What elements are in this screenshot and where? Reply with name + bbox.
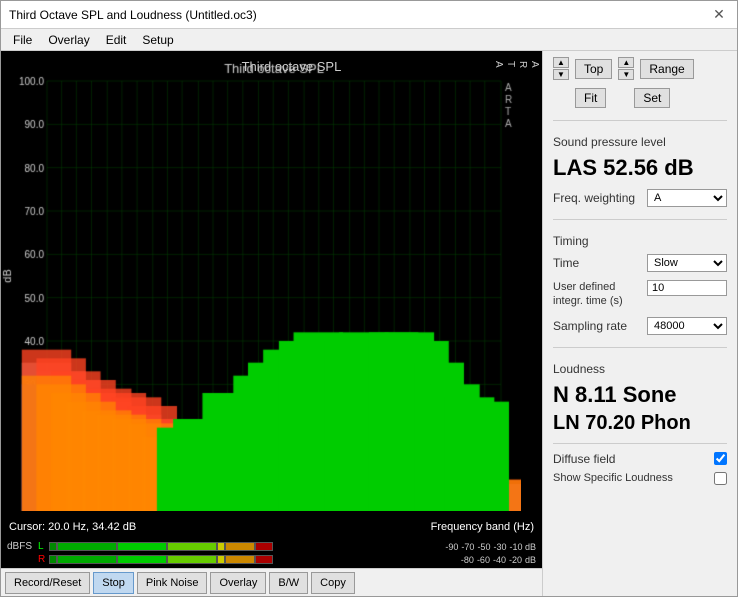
R-meter <box>49 555 454 564</box>
stop-button[interactable]: Stop <box>93 572 134 594</box>
tick-70-L: -70 <box>461 542 474 552</box>
top-up-button[interactable]: ▲ <box>553 57 569 68</box>
dbfs-label: dBFS <box>7 541 35 552</box>
window-title: Third Octave SPL and Loudness (Untitled.… <box>9 8 257 22</box>
show-specific-checkbox[interactable] <box>714 472 727 485</box>
diffuse-field-label: Diffuse field <box>553 452 615 466</box>
sampling-rate-row: Sampling rate 48000 44100 96000 <box>553 317 727 335</box>
sampling-rate-select[interactable]: 48000 44100 96000 <box>647 317 727 335</box>
chart-area: Third octave SPL ARTA Cursor: 20.0 Hz, 3… <box>1 51 542 596</box>
timing-section-label: Timing <box>553 234 727 248</box>
nav-controls: ▲ ▼ Top ▲ ▼ Range <box>553 57 727 80</box>
freq-band-label: Frequency band (Hz) <box>423 516 542 538</box>
pink-noise-button[interactable]: Pink Noise <box>137 572 208 594</box>
chart-title: Third octave SPL <box>242 59 342 74</box>
L-meter <box>49 542 438 551</box>
top-down-button[interactable]: ▼ <box>553 69 569 80</box>
menu-overlay[interactable]: Overlay <box>40 31 97 49</box>
range-spinner[interactable]: ▲ ▼ <box>618 57 634 80</box>
tick-50-L: -50 <box>477 542 490 552</box>
diffuse-field-checkbox[interactable] <box>714 452 727 465</box>
freq-weighting-select[interactable]: A C Z <box>647 189 727 207</box>
tick-60-R: -60 <box>477 555 490 565</box>
time-select[interactable]: Slow Fast Impulse <box>647 254 727 272</box>
overlay-button[interactable]: Overlay <box>210 572 266 594</box>
right-panel: ▲ ▼ Top ▲ ▼ Range Fit Set Sound pressure… <box>542 51 737 596</box>
R-label: R <box>38 554 46 565</box>
spl-section-label: Sound pressure level <box>553 135 727 149</box>
main-content: Third octave SPL ARTA Cursor: 20.0 Hz, 3… <box>1 51 737 596</box>
loudness-section-label: Loudness <box>553 362 727 376</box>
loudness-ln-value: LN 70.20 Phon <box>553 412 727 435</box>
tick-30-L: -30 <box>493 542 506 552</box>
nav-controls-2: Fit Set <box>553 88 727 108</box>
menu-edit[interactable]: Edit <box>98 31 135 49</box>
tick-80-R: -80 <box>461 555 474 565</box>
tick-20-R: -20 <box>509 555 522 565</box>
show-specific-label: Show Specific Loudness <box>553 472 673 484</box>
close-button[interactable]: ✕ <box>709 5 729 25</box>
time-label: Time <box>553 256 579 270</box>
tick-90-L: -90 <box>445 542 458 552</box>
menu-file[interactable]: File <box>5 31 40 49</box>
range-up-button[interactable]: ▲ <box>618 57 634 68</box>
top-spinner[interactable]: ▲ ▼ <box>553 57 569 80</box>
top-button[interactable]: Top <box>575 59 612 79</box>
set-button[interactable]: Set <box>634 88 670 108</box>
menu-setup[interactable]: Setup <box>134 31 181 49</box>
tick-40-R: -40 <box>493 555 506 565</box>
chart-container: Third octave SPL ARTA <box>1 51 542 516</box>
user-defined-input[interactable] <box>647 280 727 296</box>
freq-weighting-row: Freq. weighting A C Z <box>553 189 727 207</box>
title-bar: Third Octave SPL and Loudness (Untitled.… <box>1 1 737 29</box>
menu-bar: File Overlay Edit Setup <box>1 29 737 51</box>
range-down-button[interactable]: ▼ <box>618 69 634 80</box>
freq-weighting-label: Freq. weighting <box>553 191 635 205</box>
tick-10-L: -10 dB <box>509 542 536 552</box>
dbfs-meter: dBFS L -90 -70 -50 -30 <box>1 538 542 568</box>
arta-label: ARTA <box>492 61 540 68</box>
user-defined-row: User definedintegr. time (s) <box>553 280 727 309</box>
main-window: Third Octave SPL and Loudness (Untitled.… <box>0 0 738 597</box>
spl-value: LAS 52.56 dB <box>553 155 727 181</box>
cursor-status: Cursor: 20.0 Hz, 34.42 dB <box>1 516 423 538</box>
action-buttons: Record/Reset Stop Pink Noise Overlay B/W… <box>1 568 542 596</box>
loudness-n-value: N 8.11 Sone <box>553 382 727 408</box>
tick-db-R: dB <box>525 555 536 565</box>
user-defined-label: User definedintegr. time (s) <box>553 280 623 309</box>
copy-button[interactable]: Copy <box>311 572 355 594</box>
diffuse-field-row: Diffuse field <box>553 452 727 466</box>
show-specific-row: Show Specific Loudness <box>553 472 727 485</box>
time-row: Time Slow Fast Impulse <box>553 254 727 272</box>
bw-button[interactable]: B/W <box>269 572 308 594</box>
fit-button[interactable]: Fit <box>575 88 606 108</box>
sampling-rate-label: Sampling rate <box>553 319 627 333</box>
range-label: Range <box>640 59 693 79</box>
L-label: L <box>38 541 46 552</box>
record-reset-button[interactable]: Record/Reset <box>5 572 90 594</box>
